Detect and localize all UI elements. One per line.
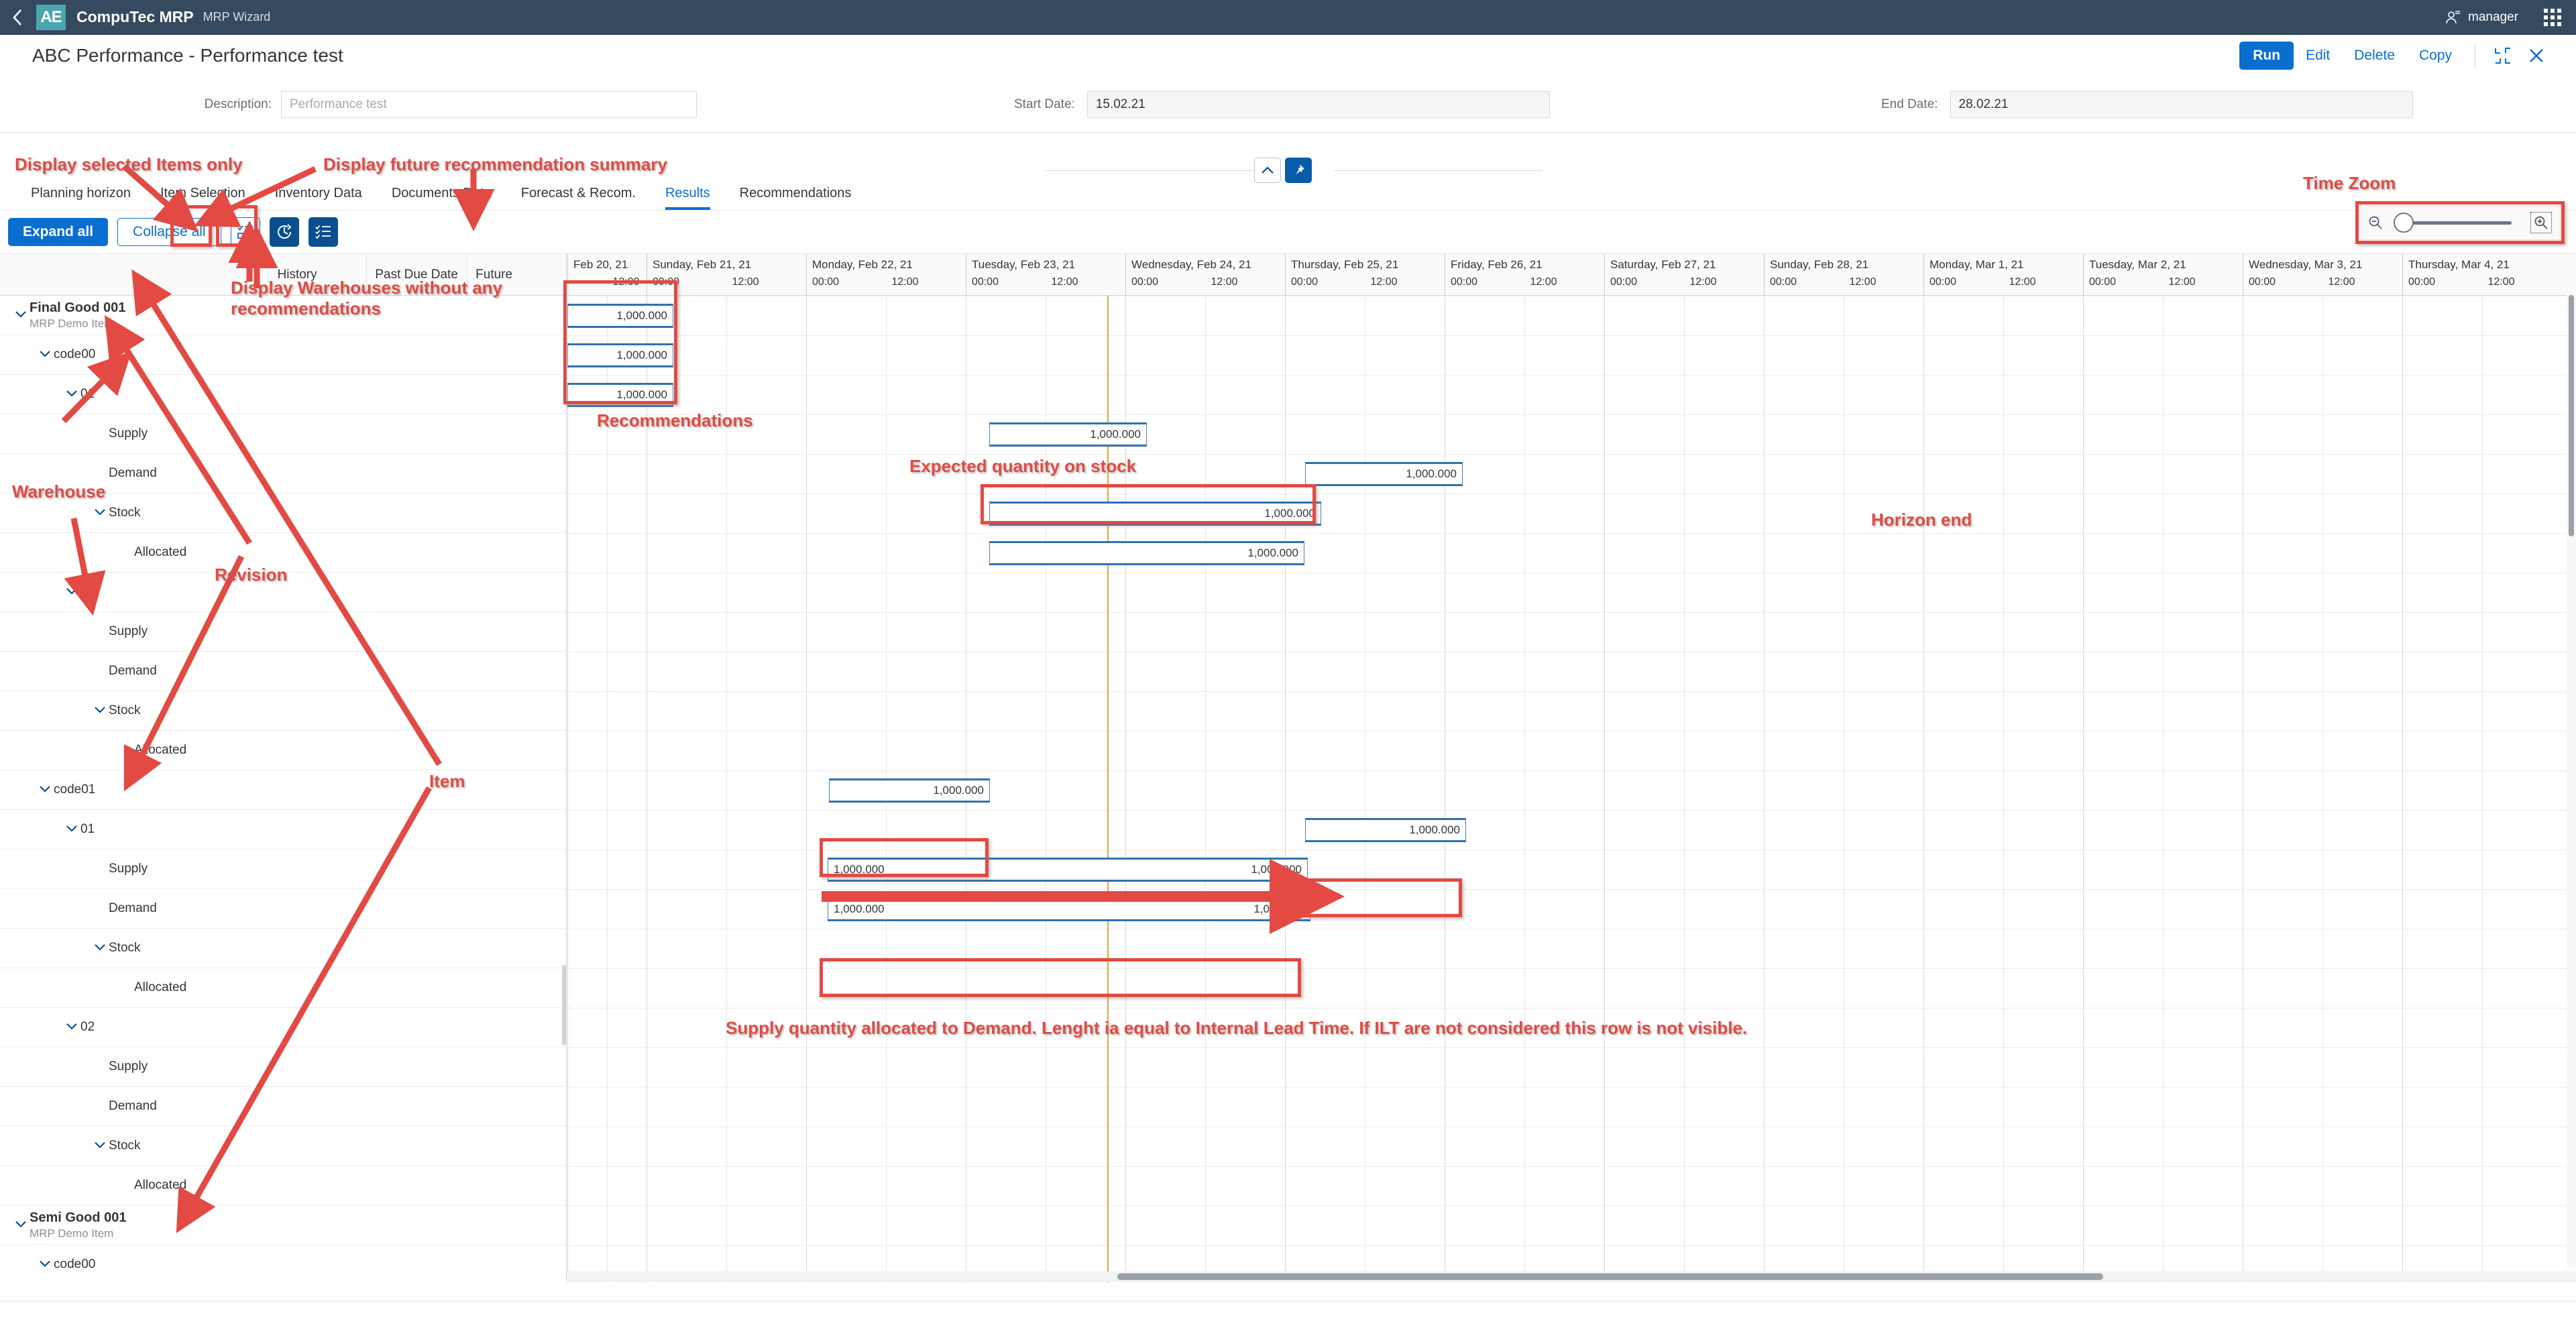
annotation-expected-stock: Expected quantity on stock [909,456,1136,477]
annotation-warehouse: Warehouse [12,481,105,502]
annotation-horizon-end: Horizon end [1871,510,1972,530]
annotation-time-zoom: Time Zoom [2303,173,2396,194]
annotation-recommendations: Recommendations [597,410,753,431]
annotation-lead-time: Supply quantity allocated to Demand. Len… [726,1018,1747,1039]
annotation-warehouses: Display Warehouses without any recommend… [231,278,502,319]
annotation-item: Item [429,771,465,792]
annotation-revision: Revision [215,565,287,585]
mrp-wizard-page: AE CompuTec MRP MRP Wizard manager [0,0,2576,1337]
annotation-future-summary: Display future recommendation summary [323,154,667,175]
annotation-selected-items: Display selected Items only [15,154,243,175]
annotation-arrows [0,0,2576,1337]
